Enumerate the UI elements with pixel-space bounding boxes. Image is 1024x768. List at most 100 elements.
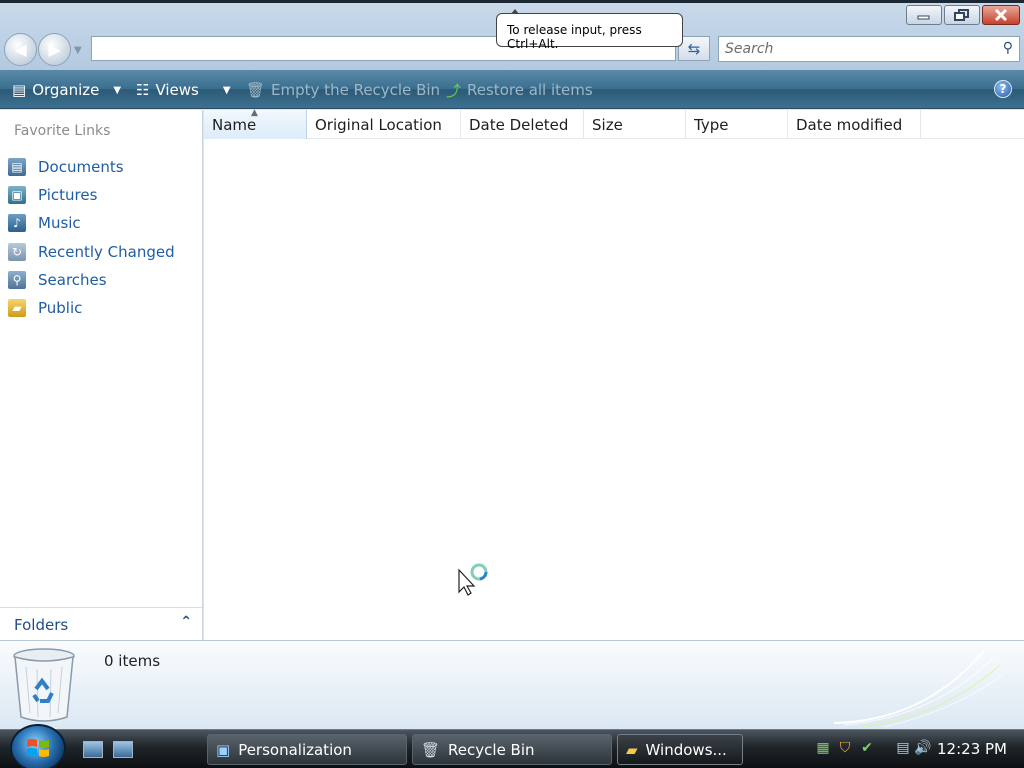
recent-pages-dropdown[interactable]: ▼ — [74, 45, 82, 56]
sidebar-item-label: Documents — [38, 158, 124, 177]
back-button[interactable]: ◀ — [4, 33, 37, 66]
search-icon[interactable]: ⚲ — [1003, 40, 1013, 56]
column-label: Size — [592, 116, 623, 134]
restore-icon — [954, 9, 969, 21]
taskbar-button-label: Personalization — [238, 740, 352, 759]
navigation-pane: Favorite Links ▤ Documents ▣ Pictures ♪ … — [0, 110, 203, 640]
column-label: Name — [212, 116, 257, 134]
searches-icon: ⚲ — [8, 270, 26, 289]
update-icon[interactable]: ✔ — [858, 739, 876, 757]
start-button[interactable] — [10, 724, 66, 768]
forward-arrow-icon: ▶ — [48, 40, 61, 59]
personalization-icon: ▣ — [216, 740, 231, 759]
busy-cursor-icon — [458, 563, 488, 596]
decorative-swoosh — [834, 650, 1003, 727]
help-icon: ? — [999, 82, 1007, 96]
restore-all-items-button[interactable]: ⤴ Restore all items — [446, 79, 593, 101]
security-shield-icon[interactable]: ⛉ — [836, 739, 854, 757]
recycle-bin-icon: 🗑 — [246, 81, 266, 99]
views-icon: ☷ — [136, 81, 150, 99]
documents-icon: ▤ — [8, 158, 26, 177]
column-header-original-location[interactable]: Original Location — [307, 110, 461, 139]
taskbar: ▣ Personalization 🗑 Recycle Bin ▰ Window… — [0, 724, 1024, 768]
sort-ascending-icon: ▲ — [251, 108, 258, 118]
restore-all-label: Restore all items — [467, 81, 593, 99]
column-header-date-deleted[interactable]: Date Deleted — [461, 110, 584, 139]
sidebar-item-music[interactable]: ♪ Music — [8, 209, 175, 237]
network-status-icon[interactable]: ▦ — [814, 739, 832, 757]
search-input[interactable]: Search ⚲ — [718, 36, 1020, 62]
organize-menu[interactable]: ▤ Organize ▼ — [12, 79, 121, 101]
help-button[interactable]: ? — [994, 80, 1012, 98]
column-label: Date modified — [796, 116, 903, 134]
views-label: Views — [155, 81, 199, 99]
switch-windows-icon[interactable] — [113, 741, 133, 758]
release-input-tooltip: To release input, press Ctrl+Alt. — [496, 9, 683, 51]
column-label: Type — [694, 116, 729, 134]
sidebar-item-label: Music — [38, 214, 81, 233]
column-headers: ▲ Name Original Location Date Deleted Si… — [204, 108, 1024, 139]
chevron-up-icon: ⌃ — [180, 614, 192, 630]
folders-toggle[interactable]: Folders ⌃ — [0, 607, 202, 640]
sidebar-item-searches[interactable]: ⚲ Searches — [8, 266, 175, 294]
music-icon: ♪ — [8, 214, 26, 233]
sidebar-item-documents[interactable]: ▤ Documents — [8, 153, 175, 181]
views-menu[interactable]: ☷ Views ▼ — [136, 79, 231, 101]
search-placeholder: Search — [725, 41, 774, 57]
chevron-down-icon: ▼ — [222, 84, 231, 96]
public-folder-icon: ▰ — [8, 299, 26, 318]
column-label: Date Deleted — [469, 116, 569, 134]
column-label: Original Location — [315, 116, 442, 134]
sidebar-item-pictures[interactable]: ▣ Pictures — [8, 181, 175, 209]
tooltip-text: To release input, press Ctrl+Alt. — [507, 23, 642, 51]
windows-logo-icon — [27, 739, 49, 757]
empty-recycle-bin-button[interactable]: 🗑 Empty the Recycle Bin — [246, 79, 440, 101]
restore-arrow-icon: ⤴ — [446, 81, 462, 100]
chevron-down-icon: ▼ — [113, 84, 122, 96]
sidebar-item-label: Searches — [38, 270, 107, 289]
volume-icon[interactable]: 🔊 — [914, 739, 932, 757]
sidebar-item-label: Recently Changed — [38, 242, 175, 261]
minimize-button[interactable] — [906, 5, 942, 25]
close-icon — [994, 9, 1008, 21]
network-icon[interactable]: ▤ — [894, 739, 912, 757]
command-bar: ▤ Organize ▼ ☷ Views ▼ 🗑 Empty the Recyc… — [0, 70, 1024, 109]
refresh-icon: ⇆ — [687, 39, 701, 58]
sidebar-item-recently-changed[interactable]: ↻ Recently Changed — [8, 238, 175, 266]
taskbar-button-label: Recycle Bin — [448, 740, 535, 759]
show-desktop-icon[interactable] — [83, 741, 103, 758]
recycle-bin-large-icon — [13, 648, 75, 722]
column-header-date-modified[interactable]: Date modified — [788, 110, 921, 139]
favorite-links-title: Favorite Links — [14, 123, 111, 139]
column-header-size[interactable]: Size — [584, 110, 686, 139]
organize-label: Organize — [32, 81, 100, 99]
recycle-bin-icon: 🗑 — [421, 740, 441, 759]
organize-icon: ▤ — [12, 81, 27, 99]
favorite-links-list: ▤ Documents ▣ Pictures ♪ Music ↻ Recentl… — [8, 153, 175, 322]
folder-icon: ▰ — [626, 740, 638, 759]
folders-label: Folders — [14, 616, 69, 634]
empty-bin-label: Empty the Recycle Bin — [271, 81, 441, 99]
items-count: 0 items — [104, 652, 161, 670]
column-header-type[interactable]: Type — [686, 110, 788, 139]
file-list: ▲ Name Original Location Date Deleted Si… — [204, 108, 1024, 640]
sidebar-item-public[interactable]: ▰ Public — [8, 294, 175, 322]
maximize-button[interactable] — [944, 5, 980, 25]
recently-changed-icon: ↻ — [8, 242, 26, 261]
window-controls — [906, 5, 1020, 25]
back-arrow-icon: ◀ — [14, 40, 27, 59]
details-pane: 0 items — [0, 640, 1024, 729]
taskbar-button-recycle-bin[interactable]: 🗑 Recycle Bin — [412, 734, 612, 765]
forward-button[interactable]: ▶ — [38, 33, 71, 66]
minimize-icon — [917, 15, 930, 20]
clock[interactable]: 12:23 PM — [937, 740, 1007, 758]
sidebar-item-label: Public — [38, 299, 83, 318]
taskbar-button-label: Windows... — [645, 740, 727, 759]
sidebar-item-label: Pictures — [38, 186, 98, 205]
taskbar-button-personalization[interactable]: ▣ Personalization — [207, 734, 407, 765]
system-tray: ▦ ⛉ ✔ ▤ 🔊 12:23 PM — [804, 730, 1024, 768]
taskbar-button-windows[interactable]: ▰ Windows... — [617, 734, 743, 765]
column-header-name[interactable]: ▲ Name — [204, 108, 307, 139]
pictures-icon: ▣ — [8, 186, 26, 205]
close-button[interactable] — [982, 5, 1020, 25]
